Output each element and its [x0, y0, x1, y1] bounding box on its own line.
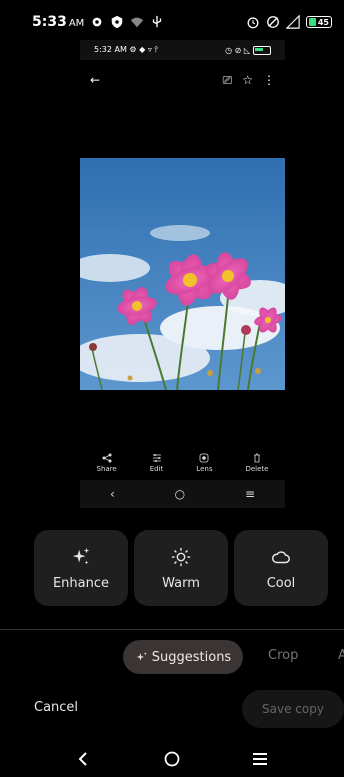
cancel-button[interactable]: Cancel — [34, 700, 78, 715]
tab-crop[interactable]: Crop — [268, 648, 298, 663]
sun-icon — [171, 547, 191, 566]
lens-icon — [199, 453, 209, 463]
inner-home-icon: ○ — [174, 487, 186, 501]
inner-action-lens-label: Lens — [196, 465, 213, 473]
trash-icon — [253, 453, 260, 463]
do-not-disturb-icon — [267, 16, 279, 28]
enhance-label: Enhance — [52, 575, 110, 591]
nav-back-button[interactable] — [64, 744, 104, 774]
inner-toolbar-right: ⎚ ☆ ⋮ — [223, 73, 275, 88]
cloud-icon — [272, 550, 290, 563]
inner-status-bar: 5:32 AM ⚙ ◆ ▿ ⫯ ◷ ⊘ ◺ — [80, 40, 285, 60]
inner-action-edit-label: Edit — [149, 465, 164, 473]
usb-icon — [153, 15, 162, 28]
inner-action-edit: Edit — [149, 453, 164, 473]
status-bar: 5:33 AM 45 — [0, 0, 344, 44]
divider — [0, 629, 344, 630]
cool-button[interactable]: Cool — [234, 530, 328, 606]
menu-icon — [253, 752, 267, 765]
inner-nav-bar: ‹ ○ ≡ — [80, 480, 285, 508]
shield-icon — [112, 15, 123, 29]
tab-suggestions[interactable]: Suggestions — [123, 640, 243, 674]
warm-label: Warm — [162, 575, 200, 591]
status-ampm: AM — [68, 18, 85, 29]
share-icon — [102, 453, 112, 463]
tab-adjust[interactable]: A — [338, 648, 344, 663]
inner-status-time: 5:32 AM ⚙ ◆ ▿ ⫯ — [94, 45, 158, 54]
inner-time: 5:32 — [94, 45, 112, 54]
gear-icon — [92, 17, 102, 27]
system-nav-bar — [0, 740, 344, 777]
inner-action-share-label: Share — [96, 465, 117, 473]
star-icon: ☆ — [242, 73, 253, 87]
sparkle-icon — [72, 547, 90, 564]
signal-icon — [286, 15, 300, 29]
sparkle-small-icon — [136, 651, 147, 661]
screenshot-preview: 5:32 AM ⚙ ◆ ▿ ⫯ ◷ ⊘ ◺ ← ⎚ ☆ ⋮ Share Edit… — [80, 40, 285, 510]
back-arrow-icon: ← — [90, 73, 101, 87]
inner-toolbar: ← ⎚ ☆ ⋮ — [80, 66, 285, 94]
inner-action-delete: Delete — [245, 453, 268, 473]
status-left: 5:33 AM — [32, 14, 164, 30]
warm-button[interactable]: Warm — [134, 530, 228, 606]
inner-status-right: ◷ ⊘ ◺ — [225, 45, 271, 55]
alarm-icon — [247, 17, 259, 29]
inner-ampm: AM — [114, 45, 127, 54]
inner-action-share: Share — [97, 453, 117, 473]
battery-level: 45 — [317, 17, 329, 27]
status-time: 5:33 AM — [32, 14, 84, 30]
wifi-icon — [131, 17, 144, 28]
tune-icon — [152, 454, 161, 462]
home-icon — [164, 751, 180, 766]
inner-action-bar: Share Edit Lens Delete — [80, 448, 285, 478]
status-time-value: 5:33 — [32, 14, 67, 30]
nav-home-button[interactable] — [152, 744, 192, 774]
more-vert-icon: ⋮ — [263, 73, 275, 87]
inner-menu-icon: ≡ — [244, 487, 256, 501]
suggestion-cards: Enhance Warm Cool — [34, 530, 328, 606]
editor-tabs: Suggestions Crop A — [0, 640, 344, 674]
flower-image — [80, 158, 285, 390]
enhance-button[interactable]: Enhance — [34, 530, 128, 606]
inner-action-lens: Lens — [196, 453, 212, 473]
flower-photo — [80, 158, 285, 390]
back-icon — [78, 751, 87, 766]
status-right: 45 — [246, 15, 332, 29]
save-copy-button[interactable]: Save copy — [242, 690, 344, 728]
battery-indicator: 45 — [306, 16, 332, 28]
cast-icon: ⎚ — [222, 72, 233, 87]
inner-action-delete-label: Delete — [245, 465, 269, 473]
cool-label: Cool — [266, 575, 296, 591]
inner-battery-icon — [253, 45, 271, 55]
tab-suggestions-label: Suggestions — [151, 649, 232, 665]
inner-back-icon: ‹ — [109, 487, 115, 501]
nav-recents-button[interactable] — [240, 744, 280, 774]
